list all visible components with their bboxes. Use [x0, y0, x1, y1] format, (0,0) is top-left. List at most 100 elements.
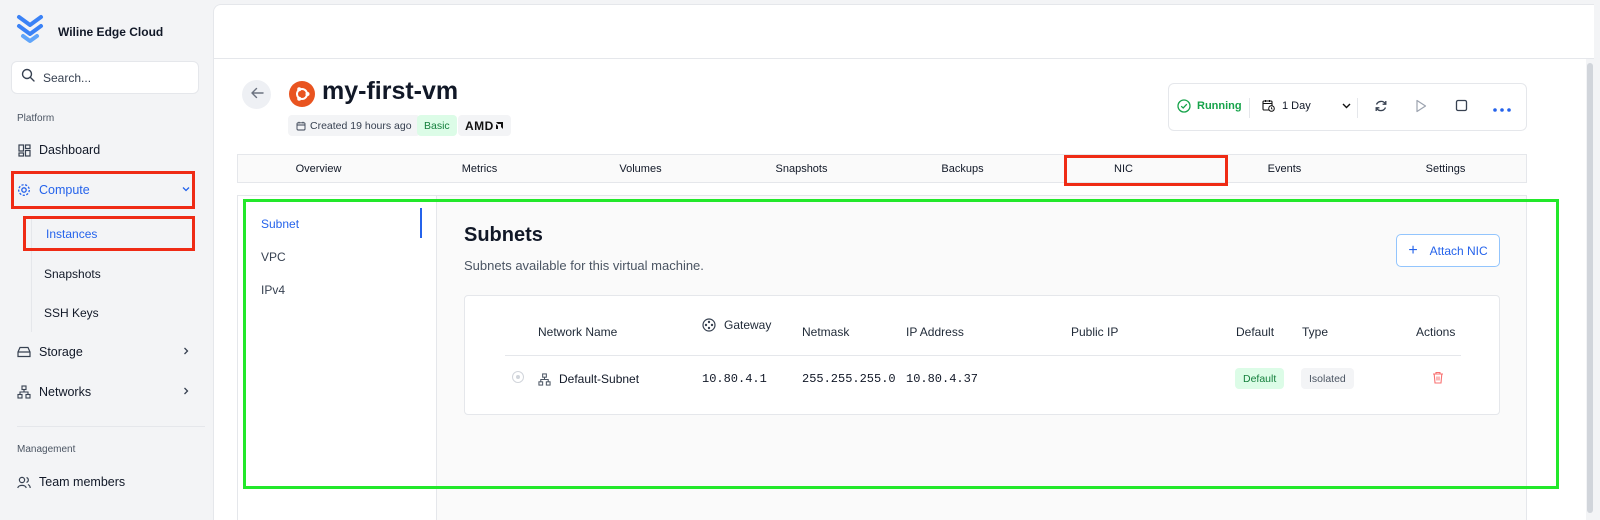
attach-nic-button[interactable]: + Attach NIC: [1396, 234, 1500, 267]
column-header-gateway: Gateway: [702, 318, 771, 332]
column-header-default: Default: [1236, 325, 1275, 339]
created-badge: Created 19 hours ago: [288, 115, 420, 136]
calendar-icon: [296, 121, 306, 131]
sidebar-item-snapshots[interactable]: Snapshots: [44, 267, 101, 281]
time-range-select[interactable]: 1 Day: [1262, 99, 1352, 112]
wiline-logo-icon: [16, 14, 44, 49]
sidebar-divider: [17, 426, 205, 427]
tab-snapshots[interactable]: Snapshots: [721, 155, 882, 182]
column-header-public-ip: Public IP: [1071, 325, 1119, 339]
cpu-vendor-badge: AMD: [458, 115, 511, 136]
stop-button[interactable]: [1452, 99, 1470, 117]
separator: [1357, 98, 1358, 118]
column-header-ip-address: IP Address: [906, 325, 964, 339]
sidebar-item-label: Networks: [39, 385, 92, 399]
play-icon: [1415, 99, 1427, 118]
scrollbar-thumb[interactable]: [1587, 63, 1593, 513]
column-header-network-name: Network Name: [538, 325, 618, 339]
back-button[interactable]: [242, 80, 271, 109]
subnav-item-vpc[interactable]: VPC: [261, 250, 286, 264]
status-text: Running: [1197, 100, 1242, 112]
management-section-label: Management: [17, 444, 76, 455]
main-content: my-first-vm Created 19 hours ago Basic A…: [213, 4, 1594, 520]
storage-icon: [17, 345, 31, 359]
section-title: Subnets: [464, 224, 543, 246]
vm-tabs: Overview Metrics Volumes Snapshots Backu…: [237, 154, 1527, 183]
sidebar-item-dashboard[interactable]: Dashboard: [17, 138, 100, 162]
stop-icon: [1455, 99, 1468, 117]
amd-logo-icon: AMD: [465, 118, 494, 133]
cell-ip-address: 10.80.4.37: [906, 372, 979, 386]
tab-overview[interactable]: Overview: [238, 155, 399, 182]
column-header-actions: Actions: [1416, 325, 1456, 339]
tab-metrics[interactable]: Metrics: [399, 155, 560, 182]
start-button[interactable]: [1412, 99, 1430, 117]
network-icon: [538, 372, 551, 386]
chevron-down-icon: [1341, 100, 1352, 111]
topbar-divider: [214, 58, 1594, 59]
subnets-table: Network Name Gateway Netmask IP Address …: [464, 295, 1500, 415]
sidebar-item-instances[interactable]: Instances: [46, 227, 97, 241]
brand[interactable]: Wiline Edge Cloud: [16, 14, 163, 49]
sidebar-item-label: Compute: [39, 183, 90, 197]
vm-action-bar: Running 1 Day: [1168, 83, 1527, 131]
scrollbar[interactable]: [1586, 59, 1594, 520]
tab-settings[interactable]: Settings: [1365, 155, 1526, 182]
row-select-radio[interactable]: [512, 371, 524, 383]
subnav-active-indicator: [420, 208, 422, 238]
type-badge: Isolated: [1301, 368, 1354, 389]
created-text: Created 19 hours ago: [310, 119, 412, 132]
page-title: my-first-vm: [322, 77, 459, 105]
plan-badge: Basic: [417, 115, 457, 136]
refresh-button[interactable]: [1372, 99, 1390, 117]
tab-backups[interactable]: Backups: [882, 155, 1043, 182]
sidebar-item-storage[interactable]: Storage: [17, 340, 197, 364]
sidebar-item-label: Team members: [39, 475, 126, 489]
sidebar-item-ssh-keys[interactable]: SSH Keys: [44, 306, 99, 320]
tab-nic[interactable]: NIC: [1043, 155, 1204, 182]
separator: [1249, 98, 1250, 118]
column-header-netmask: Netmask: [802, 325, 850, 339]
chevron-down-icon: [181, 183, 191, 197]
chevron-right-icon: [181, 345, 191, 359]
cell-netmask: 255.255.255.0: [802, 372, 896, 386]
cell-network-name: Default-Subnet: [538, 372, 639, 386]
search-input[interactable]: [43, 70, 183, 85]
trash-icon: [1432, 371, 1444, 388]
tab-volumes[interactable]: Volumes: [560, 155, 721, 182]
more-options-button[interactable]: [1493, 99, 1511, 117]
calendar-clock-icon: [1262, 99, 1275, 112]
attach-nic-label: Attach NIC: [1429, 243, 1488, 258]
arrow-left-icon: [250, 86, 264, 103]
sidebar-item-networks[interactable]: Networks: [17, 380, 197, 404]
chevron-right-icon: [181, 385, 191, 399]
search-box[interactable]: [11, 61, 199, 94]
sidebar-item-label: Dashboard: [39, 143, 101, 157]
users-icon: [17, 475, 31, 489]
tab-events[interactable]: Events: [1204, 155, 1365, 182]
section-description: Subnets available for this virtual machi…: [464, 258, 704, 273]
default-badge: Default: [1235, 368, 1285, 389]
platform-section-label: Platform: [17, 113, 55, 124]
sidebar-item-compute[interactable]: Compute: [17, 178, 197, 202]
sidebar-item-team-members[interactable]: Team members: [17, 470, 125, 494]
network-icon: [17, 385, 31, 399]
gateway-icon: [702, 318, 716, 332]
brand-name: Wiline Edge Cloud: [58, 24, 164, 39]
search-icon: [21, 68, 35, 87]
delete-button[interactable]: [1432, 371, 1444, 389]
time-range-value: 1 Day: [1282, 99, 1311, 112]
check-circle-icon: [1177, 99, 1191, 113]
sidebar-item-label: Storage: [39, 345, 83, 359]
refresh-icon: [1374, 99, 1388, 118]
nic-panel: Subnet VPC IPv4 Subnets Subnets availabl…: [237, 195, 1527, 520]
column-header-type: Type: [1302, 325, 1329, 339]
gear-icon: [17, 183, 31, 197]
subnav-item-subnet[interactable]: Subnet: [261, 217, 299, 231]
ubuntu-logo-icon: [289, 81, 315, 107]
more-horizontal-icon: [1493, 99, 1511, 117]
nic-subnav: Subnet VPC IPv4: [238, 196, 437, 520]
subnav-item-ipv4[interactable]: IPv4: [261, 283, 285, 297]
cell-gateway: 10.80.4.1: [702, 372, 767, 386]
status-indicator: Running: [1177, 99, 1242, 113]
